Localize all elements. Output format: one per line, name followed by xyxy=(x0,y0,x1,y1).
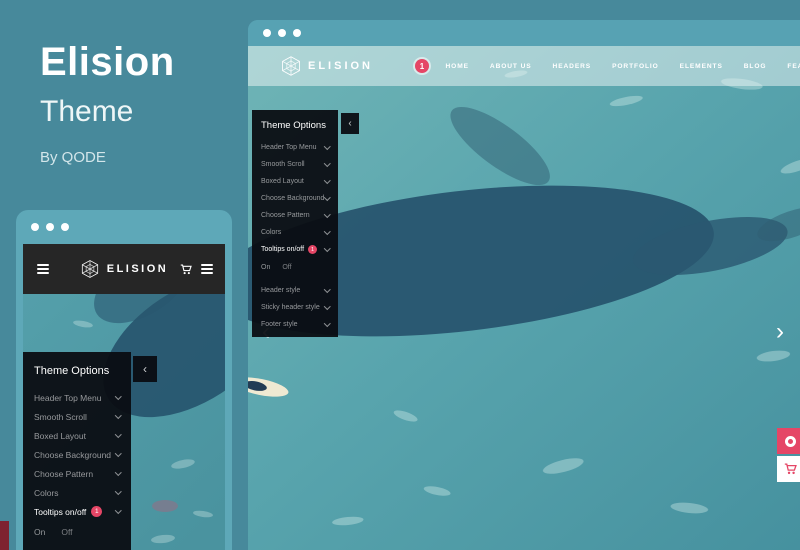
panel-item-colors[interactable]: Colors xyxy=(252,224,338,241)
window-dot-icon xyxy=(46,223,54,231)
panel-item-choose-pattern[interactable]: Choose Pattern xyxy=(23,464,131,483)
chevron-down-icon xyxy=(323,228,330,235)
panel-item-colors[interactable]: Colors xyxy=(23,483,131,502)
panel-item-tooltips[interactable]: Tooltips on/off 1 xyxy=(252,241,338,258)
chevron-down-icon xyxy=(114,507,121,514)
menu-item-about-us[interactable]: ABOUT US xyxy=(479,63,542,70)
floating-target-button[interactable] xyxy=(777,428,800,454)
panel-collapse-button[interactable]: ‹ xyxy=(341,113,359,134)
notification-badge: 1 xyxy=(415,59,430,73)
menu-item-features[interactable]: FEATURES xyxy=(777,63,800,70)
cropped-red-accent xyxy=(0,521,9,550)
menu-item-blog[interactable]: BLOG xyxy=(733,63,777,70)
chevron-down-icon xyxy=(323,211,330,218)
chevron-down-icon xyxy=(323,194,330,201)
toggle-off[interactable]: Off xyxy=(61,527,72,537)
menu-item-portfolio[interactable]: PORTFOLIO xyxy=(602,63,670,70)
menu-item-home[interactable]: HOME xyxy=(435,63,479,70)
window-dot-icon xyxy=(31,223,39,231)
tooltip-badge: 1 xyxy=(308,245,318,254)
site-navbar: ELISION 1 HOME ABOUT US HEADERS PORTFOLI… xyxy=(248,46,800,86)
slider-next-arrow-icon[interactable]: › xyxy=(776,320,784,344)
chevron-down-icon xyxy=(323,143,330,150)
desktop-viewport: ELISION 1 HOME ABOUT US HEADERS PORTFOLI… xyxy=(248,46,800,550)
browser-title-bar xyxy=(248,20,800,46)
panel-item-footer-style[interactable]: Footer style xyxy=(252,316,338,333)
main-menu: HOME ABOUT US HEADERS PORTFOLIO ELEMENTS… xyxy=(435,63,800,70)
chevron-down-icon xyxy=(323,160,330,167)
menu-item-headers[interactable]: HEADERS xyxy=(542,63,602,70)
panel-item-header-top-menu[interactable]: Header Top Menu xyxy=(23,388,131,407)
desktop-browser-mockup: ELISION 1 HOME ABOUT US HEADERS PORTFOLI… xyxy=(248,20,800,550)
panel-item-smooth-scroll[interactable]: Smooth Scroll xyxy=(252,156,338,173)
chevron-down-icon xyxy=(114,431,121,438)
brand-name: ELISION xyxy=(106,263,169,275)
panel-item-choose-background[interactable]: Choose Background xyxy=(252,190,338,207)
chevron-down-icon xyxy=(114,393,121,400)
toggle-off[interactable]: Off xyxy=(282,264,291,271)
mobile-header-icons xyxy=(180,262,213,276)
cart-icon xyxy=(784,463,797,475)
chevron-down-icon xyxy=(114,469,121,476)
panel-item-sticky-header-style[interactable]: Sticky header style xyxy=(252,299,338,316)
hero-text-block: Elision Theme By QODE xyxy=(40,40,175,166)
site-logo[interactable]: ELISION xyxy=(80,259,169,279)
panel-item-boxed-layout[interactable]: Boxed Layout xyxy=(252,173,338,190)
chevron-down-icon xyxy=(323,286,330,293)
hexagon-logo-icon xyxy=(282,56,300,76)
site-logo[interactable]: ELISION xyxy=(280,55,373,77)
toggle-on[interactable]: On xyxy=(34,527,45,537)
cart-icon[interactable] xyxy=(180,263,192,275)
panel-item-choose-background[interactable]: Choose Background xyxy=(23,445,131,464)
theme-preview-page: Elision Theme By QODE ELISION 1 HOME ABO… xyxy=(0,0,800,550)
chevron-down-icon xyxy=(114,412,121,419)
hexagon-logo-icon xyxy=(81,260,98,278)
panel-item-choose-pattern[interactable]: Choose Pattern xyxy=(252,207,338,224)
chevron-down-icon xyxy=(114,450,121,457)
mobile-viewport: ELISION Theme Options Header Top Menu Sm… xyxy=(23,244,225,550)
chevron-down-icon xyxy=(114,488,121,495)
window-dot-icon xyxy=(293,29,301,37)
mobile-title-bar xyxy=(16,210,232,244)
panel-collapse-button[interactable]: ‹ xyxy=(133,356,157,382)
chevron-down-icon xyxy=(323,320,330,327)
mobile-browser-mockup: ELISION Theme Options Header Top Menu Sm… xyxy=(16,210,232,550)
circle-ring-icon xyxy=(785,435,796,447)
tooltips-toggle-row: On Off xyxy=(252,258,338,276)
panel-title: Theme Options xyxy=(261,120,326,131)
sidebar-menu-icon[interactable] xyxy=(201,262,213,276)
window-dot-icon xyxy=(263,29,271,37)
panel-item-boxed-layout[interactable]: Boxed Layout xyxy=(23,426,131,445)
page-title: Elision xyxy=(40,40,175,84)
panel-title: Theme Options xyxy=(34,365,110,377)
page-subtitle: Theme xyxy=(40,95,134,128)
panel-item-header-style[interactable]: Header style xyxy=(252,282,338,299)
menu-item-elements[interactable]: ELEMENTS xyxy=(669,63,733,70)
theme-options-panel-mobile: Theme Options Header Top Menu Smooth Scr… xyxy=(23,352,157,550)
chevron-down-icon xyxy=(323,245,330,252)
page-byline: By QODE xyxy=(40,149,106,166)
tooltip-badge: 1 xyxy=(91,506,103,517)
window-dot-icon xyxy=(61,223,69,231)
mobile-site-header: ELISION xyxy=(23,244,225,294)
toggle-on[interactable]: On xyxy=(261,264,270,271)
theme-options-panel-desktop: Theme Options Header Top Menu Smooth Scr… xyxy=(252,110,359,337)
chevron-down-icon xyxy=(323,303,330,310)
window-dot-icon xyxy=(278,29,286,37)
hamburger-menu-icon[interactable] xyxy=(37,262,49,276)
floating-cart-button[interactable] xyxy=(777,456,800,482)
tooltips-toggle-row: On Off xyxy=(23,521,131,542)
panel-item-header-top-menu[interactable]: Header Top Menu xyxy=(252,139,338,156)
panel-item-tooltips[interactable]: Tooltips on/off 1 xyxy=(23,502,131,521)
panel-item-smooth-scroll[interactable]: Smooth Scroll xyxy=(23,407,131,426)
brand-name: ELISION xyxy=(308,60,374,72)
chevron-down-icon xyxy=(323,177,330,184)
